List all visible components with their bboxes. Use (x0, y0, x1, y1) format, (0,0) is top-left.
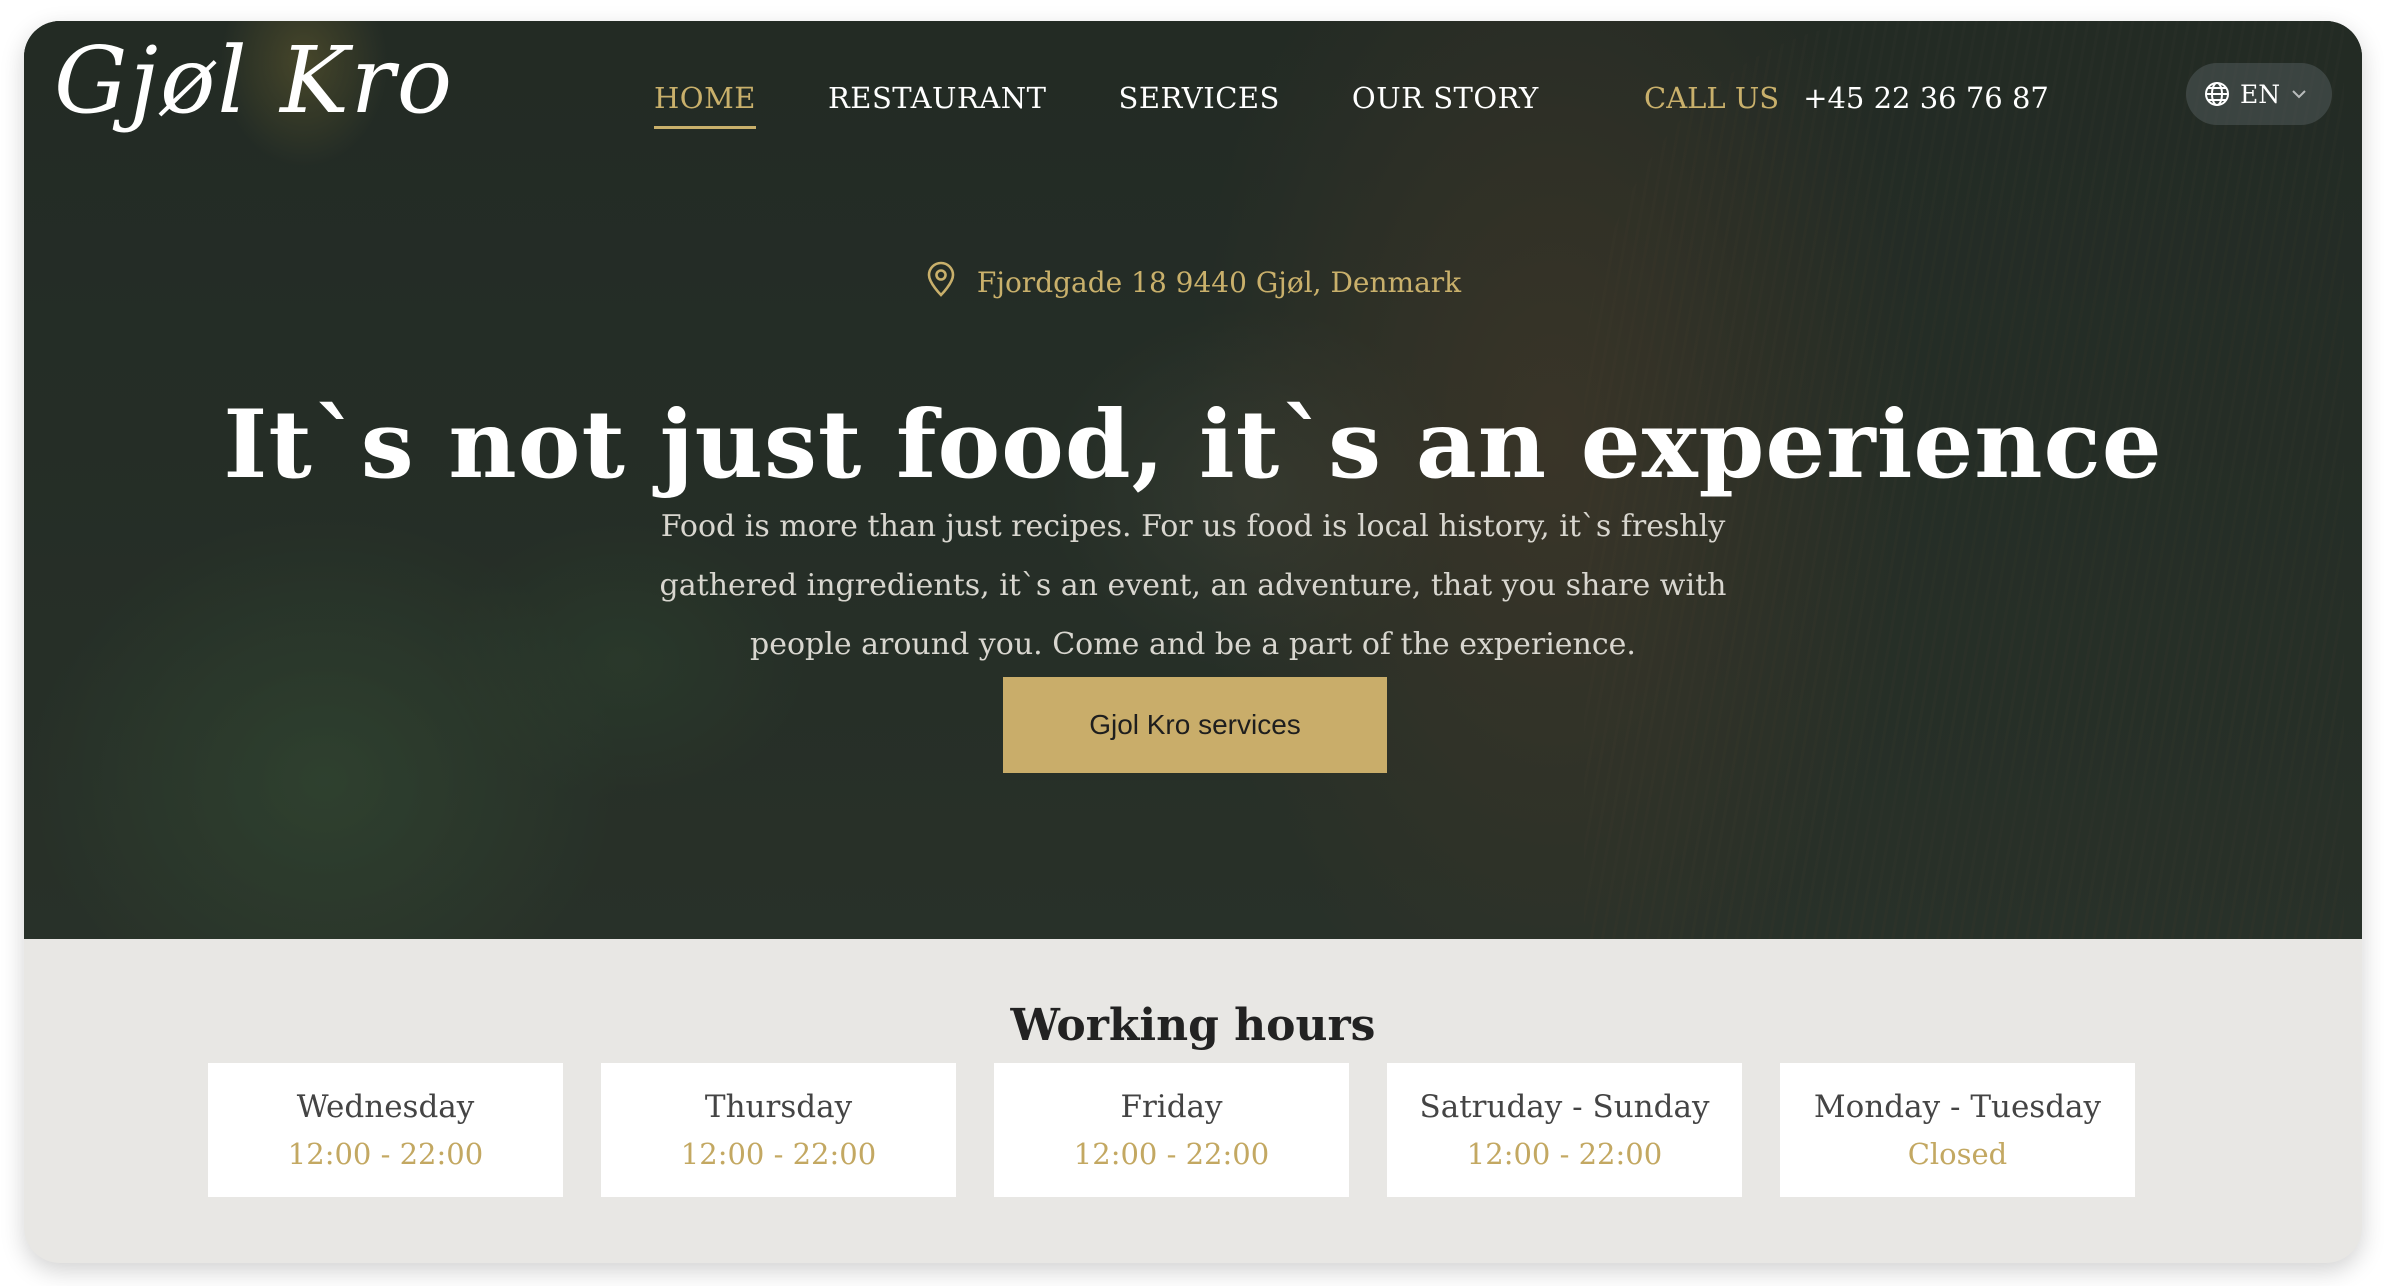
hero-headline: It`s not just food, it`s an experience (223, 389, 2163, 500)
globe-icon (2204, 81, 2230, 107)
hours-time: 12:00 - 22:00 (287, 1137, 484, 1171)
address-text: Fjordgade 18 9440 Gjøl, Denmark (976, 266, 1462, 299)
services-button[interactable]: Gjol Kro services (1003, 677, 1387, 773)
hours-time: Closed (1907, 1137, 2008, 1171)
hours-day: Monday - Tuesday (1813, 1089, 2102, 1125)
working-hours-list: Wednesday 12:00 - 22:00 Thursday 12:00 -… (208, 1063, 2135, 1197)
hours-time: 12:00 - 22:00 (680, 1137, 877, 1171)
hero-address: Fjordgade 18 9440 Gjøl, Denmark (24, 261, 2362, 304)
nav-item-restaurant[interactable]: RESTAURANT (828, 81, 1047, 129)
hours-day: Friday (1120, 1089, 1223, 1125)
call-us-label: CALL US (1644, 81, 1780, 115)
hours-card: Monday - Tuesday Closed (1780, 1063, 2135, 1197)
hours-card: Satruday - Sunday 12:00 - 22:00 (1387, 1063, 1742, 1197)
chevron-down-icon (2290, 88, 2308, 100)
hours-day: Wednesday (296, 1089, 475, 1125)
hours-card: Friday 12:00 - 22:00 (994, 1063, 1349, 1197)
phone-link[interactable]: +45 22 36 76 87 (1803, 81, 2049, 115)
site-logo[interactable]: Gjøl Kro (54, 35, 454, 127)
nav-item-home[interactable]: HOME (654, 81, 756, 129)
map-pin-icon (925, 261, 957, 304)
language-value: EN (2240, 79, 2281, 109)
hero-section: Gjøl Kro HOME RESTAURANT SERVICES OUR ST… (24, 21, 2362, 939)
hours-day: Thursday (704, 1089, 853, 1125)
page-frame: Gjøl Kro HOME RESTAURANT SERVICES OUR ST… (24, 21, 2362, 1263)
hours-card: Thursday 12:00 - 22:00 (601, 1063, 956, 1197)
hours-time: 12:00 - 22:00 (1073, 1137, 1270, 1171)
language-selector[interactable]: EN (2186, 63, 2332, 125)
nav-item-our-story[interactable]: OUR STORY (1352, 81, 1539, 129)
working-hours-title: Working hours (1010, 999, 1376, 1051)
call-us: CALL US +45 22 36 76 87 (1644, 81, 2049, 115)
hero-intro: Food is more than just recipes. For us f… (659, 509, 1727, 662)
hours-card: Wednesday 12:00 - 22:00 (208, 1063, 563, 1197)
nav-item-services[interactable]: SERVICES (1118, 81, 1279, 129)
hours-time: 12:00 - 22:00 (1466, 1137, 1663, 1171)
hours-day: Satruday - Sunday (1419, 1089, 1710, 1125)
main-nav: HOME RESTAURANT SERVICES OUR STORY (654, 81, 1539, 129)
